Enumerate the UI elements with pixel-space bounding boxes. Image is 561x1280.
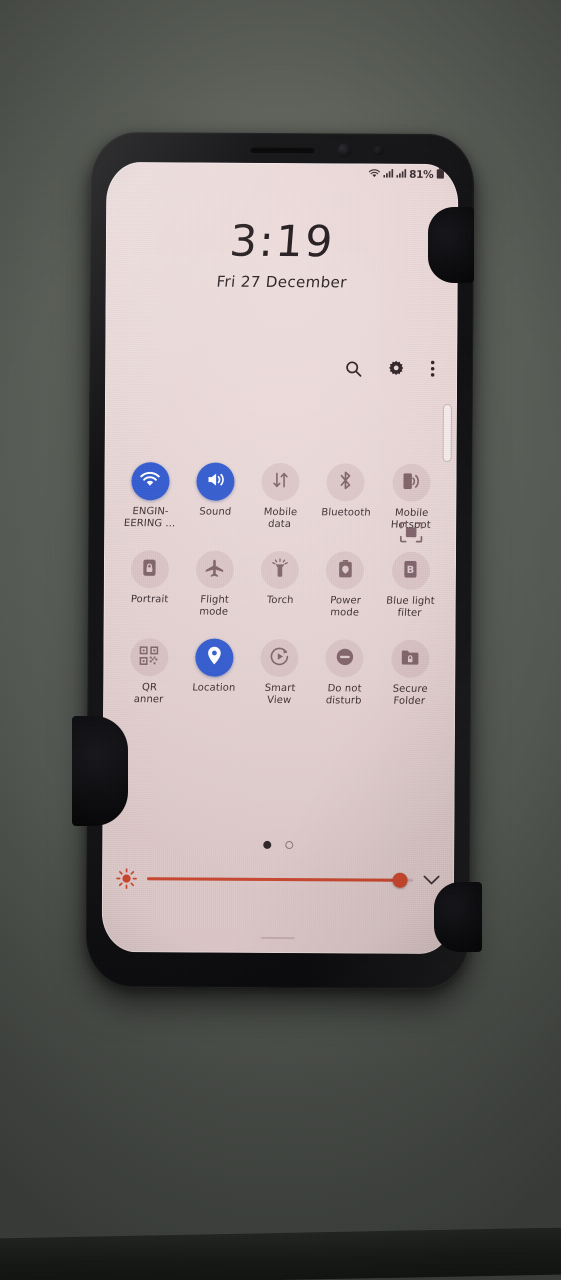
battery-percent-label: 81%	[409, 168, 434, 181]
tile-sound[interactable]: Sound	[183, 462, 246, 530]
tile-torch[interactable]: Torch	[248, 550, 311, 619]
brightness-control	[102, 868, 454, 891]
proximity-sensor	[373, 145, 384, 156]
tile-label: Flight mode	[199, 594, 230, 618]
tile-icon-circle	[391, 463, 431, 502]
tile-flight-mode[interactable]: Flight mode	[183, 550, 246, 618]
tile-icon-circle	[129, 638, 169, 677]
gear-icon[interactable]	[387, 360, 405, 378]
tile-row: QR anner Location Smart View Do not dist…	[103, 638, 455, 708]
clock-date: Fri 27 December	[215, 272, 348, 292]
tile-icon-circle	[195, 550, 234, 589]
tile-secure-folder[interactable]: Secure Folder	[378, 639, 441, 708]
svg-text:B: B	[407, 564, 415, 575]
tile-icon-circle	[260, 638, 299, 678]
tile-label: QR anner	[133, 682, 164, 706]
wifi-icon	[368, 168, 380, 181]
brightness-sun-icon	[116, 868, 137, 889]
more-vertical-icon[interactable]	[430, 360, 435, 378]
page-indicator	[102, 840, 454, 850]
tile-label: Portrait	[130, 594, 169, 606]
signal-bars-icon	[383, 169, 393, 181]
qr-code-icon	[139, 645, 159, 669]
tile-label: Do not disturb	[325, 683, 363, 707]
do-not-disturb-icon	[335, 647, 354, 670]
tile-label: Sound	[198, 506, 232, 518]
clock-time: 3:19	[227, 216, 337, 268]
quick-settings-grid: ENGIN- EERING ... Sound Mobile data Blue…	[103, 462, 456, 708]
tile-label: Location	[192, 682, 236, 694]
navigation-hint-bar	[260, 936, 295, 940]
tile-label: Blue light filter	[386, 595, 436, 619]
quick-settings-header	[345, 359, 435, 378]
tile-icon-circle	[195, 638, 234, 677]
earpiece-speaker	[250, 146, 315, 154]
status-bar: 81%	[368, 167, 444, 182]
flashlight-icon	[271, 558, 289, 582]
panel-scrollbar[interactable]	[442, 403, 452, 463]
tile-label: Secure Folder	[392, 683, 429, 707]
tile-icon-circle	[326, 463, 365, 502]
tile-portrait[interactable]: Portrait	[118, 550, 181, 618]
wifi-icon	[139, 471, 160, 492]
tile-smart-view[interactable]: Smart View	[248, 638, 311, 707]
phone-screen: 81% 3:19 Fri 27 December ENGIN- EERING .…	[101, 161, 459, 955]
tile-icon-circle	[260, 550, 300, 590]
tile-bluetooth[interactable]: Bluetooth	[314, 463, 377, 531]
slider-fill	[147, 876, 400, 882]
tile-icon-circle	[196, 462, 235, 501]
tile-qr-scanner[interactable]: QR anner	[117, 638, 180, 706]
tile-label: ENGIN- EERING ...	[123, 506, 176, 530]
tile-do-not-disturb[interactable]: Do not disturb	[313, 639, 376, 707]
hotspot-icon	[401, 471, 420, 494]
data-transfer-icon	[271, 471, 289, 493]
airplane-icon	[204, 558, 225, 581]
brightness-slider[interactable]	[147, 872, 414, 888]
tile-mobile-data[interactable]: Mobile data	[249, 462, 312, 531]
tile-location[interactable]: Location	[182, 638, 245, 706]
signal-bars-icon	[396, 169, 406, 181]
page-dot-1[interactable]	[263, 840, 272, 849]
lockscreen-clock: 3:19 Fri 27 December	[106, 216, 458, 292]
tile-blue-light-filter[interactable]: B Blue light filter	[379, 522, 442, 620]
tile-label: Power mode	[329, 595, 362, 619]
tile-row: Portrait Flight mode Torch Power mode B …	[104, 522, 456, 620]
tile-icon-circle	[326, 551, 365, 590]
tile-power-mode[interactable]: Power mode	[313, 551, 376, 619]
chevron-down-icon[interactable]	[423, 875, 440, 886]
tile-icon-circle	[261, 462, 300, 502]
blue-light-icon: B	[403, 559, 418, 582]
volume-icon	[205, 471, 225, 493]
tile-label: Bluetooth	[320, 507, 371, 519]
tile-label: Torch	[265, 594, 294, 607]
tile-wifi[interactable]: ENGIN- EERING ...	[118, 462, 181, 530]
front-camera	[337, 143, 352, 158]
page-dot-2[interactable]	[285, 841, 294, 850]
phone-device: 81% 3:19 Fri 27 December ENGIN- EERING .…	[85, 131, 475, 990]
tile-icon-circle	[130, 550, 169, 589]
battery-saver-icon	[338, 559, 353, 582]
search-icon[interactable]	[345, 360, 362, 377]
secure-folder-icon	[400, 648, 419, 669]
photo-canvas: 81% 3:19 Fri 27 December ENGIN- EERING .…	[0, 0, 561, 1280]
tile-icon-circle	[130, 462, 170, 501]
tile-label: Mobile data	[263, 506, 298, 531]
tile-icon-circle: B	[391, 551, 430, 590]
smart-view-icon	[270, 646, 289, 669]
rotation-lock-icon	[142, 558, 157, 581]
slider-knob[interactable]	[392, 872, 408, 888]
battery-icon	[436, 167, 444, 182]
bluetooth-icon	[338, 470, 354, 494]
screenshot-capture-icon[interactable]	[399, 522, 422, 543]
tile-label: Smart View	[263, 682, 296, 707]
tile-icon-circle	[325, 639, 364, 678]
location-pin-icon	[206, 646, 222, 670]
tile-icon-circle	[390, 639, 430, 678]
